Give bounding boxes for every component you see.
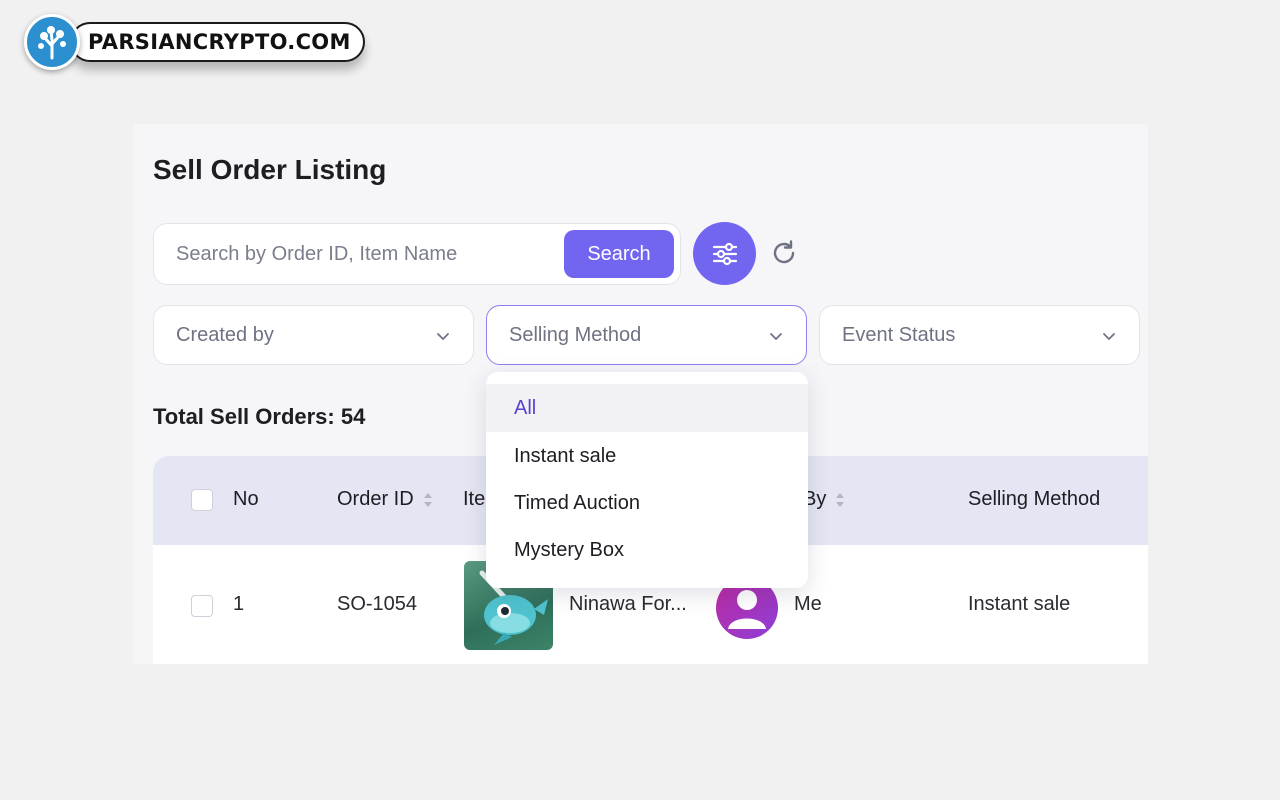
select-all-checkbox[interactable] xyxy=(191,489,213,511)
total-sell-orders: Total Sell Orders: 54 xyxy=(153,404,366,429)
search-input[interactable] xyxy=(176,224,556,284)
column-no-label: No xyxy=(233,488,259,510)
chevron-down-icon xyxy=(437,333,449,340)
created-by-label: Created by xyxy=(176,324,274,346)
sort-icon[interactable] xyxy=(834,491,846,509)
dropdown-option-instant-sale[interactable]: Instant sale xyxy=(486,432,808,480)
row-selling-method: Instant sale xyxy=(968,593,1071,615)
row-order-id: SO-1054 xyxy=(337,593,418,615)
row-checkbox[interactable] xyxy=(191,595,213,617)
sort-icon[interactable] xyxy=(422,491,434,509)
refresh-button[interactable] xyxy=(769,238,799,268)
tree-logo-icon xyxy=(24,14,80,70)
event-status-select[interactable]: Event Status xyxy=(819,305,1140,365)
column-created-by[interactable]: By xyxy=(803,488,846,511)
filter-button[interactable] xyxy=(693,222,756,285)
dropdown-option-timed-auction[interactable]: Timed Auction xyxy=(486,479,808,527)
column-item: Ite xyxy=(463,488,485,511)
column-selling-method: Selling Method xyxy=(968,488,1100,511)
selling-method-label: Selling Method xyxy=(509,324,642,346)
watermark-logo: PARSIANCRYPTO.COM xyxy=(24,14,365,70)
search-box: Search xyxy=(153,223,681,285)
event-status-label: Event Status xyxy=(842,324,956,346)
column-selling-method-label: Selling Method xyxy=(968,488,1101,510)
column-order-id-label: Order ID xyxy=(337,488,414,510)
column-item-label: Ite xyxy=(463,488,486,510)
watermark-text: PARSIANCRYPTO.COM xyxy=(70,22,365,62)
row-item-name[interactable]: Ninawa For... xyxy=(569,593,687,616)
selling-method-dropdown-menu: All Instant sale Timed Auction Mystery B… xyxy=(486,372,808,588)
chevron-down-icon xyxy=(1103,333,1115,340)
page-title: Sell Order Listing xyxy=(153,154,387,185)
dropdown-option-mystery-box[interactable]: Mystery Box xyxy=(486,526,808,574)
chevron-down-icon xyxy=(770,333,782,340)
selling-method-select[interactable]: Selling Method xyxy=(486,305,807,365)
search-button[interactable]: Search xyxy=(564,230,674,278)
column-no: No xyxy=(233,488,259,511)
row-no: 1 xyxy=(233,593,245,615)
row-created-by: Me xyxy=(794,593,822,615)
refresh-icon xyxy=(773,240,795,264)
column-order-id[interactable]: Order ID xyxy=(337,488,434,511)
dropdown-option-all[interactable]: All xyxy=(486,384,808,432)
created-by-select[interactable]: Created by xyxy=(153,305,474,365)
sliders-icon xyxy=(712,242,737,265)
